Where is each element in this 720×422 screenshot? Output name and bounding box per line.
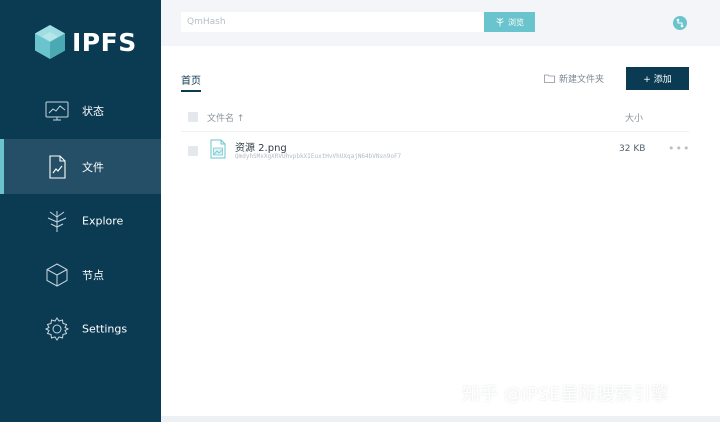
sidebar-item-label: 文件 (82, 160, 104, 174)
status-monitor-icon (45, 101, 69, 120)
top-bar: 浏览 (161, 0, 720, 46)
sidebar-item-explore[interactable]: Explore (0, 193, 161, 248)
sidebar-item-label: Settings (82, 322, 128, 335)
image-file-icon (210, 139, 226, 159)
breadcrumb-home[interactable]: 首页 (181, 72, 201, 92)
sidebar-item-settings[interactable]: Settings (0, 301, 161, 356)
row-checkbox[interactable] (188, 146, 198, 156)
file-table-header: 文件名 ↑ 大小 (181, 104, 689, 132)
file-hash: QmdyhSMxXgXRVUhvpbkXIEuxtHvVhUXqajN64bVN… (235, 153, 402, 160)
peer-connection-icon (676, 18, 684, 28)
peers-cube-icon (46, 262, 68, 287)
sidebar-item-label: Explore (82, 214, 124, 227)
file-size: 32 KB (619, 144, 646, 154)
sidebar-item-label: 节点 (82, 268, 104, 282)
new-folder-label: 新建文件夹 (559, 75, 605, 85)
file-name[interactable]: 资源 2.png (235, 139, 287, 154)
settings-gear-icon (44, 316, 70, 341)
sidebar: IPFS 状态 文件 Explore 节点 Settings (0, 0, 161, 422)
new-folder-button[interactable]: 新建文件夹 (544, 72, 604, 85)
add-button[interactable]: + 添加 (626, 67, 689, 90)
connection-status-icon[interactable] (673, 16, 687, 30)
explore-tree-icon (496, 18, 504, 27)
logo-text: IPFS (72, 27, 137, 57)
sidebar-item-files[interactable]: 文件 (0, 139, 161, 194)
ipfs-cube-icon (35, 25, 65, 59)
bottom-scrollbar[interactable] (161, 416, 720, 422)
explore-tree-icon (47, 210, 67, 232)
column-size-header[interactable]: 大小 (625, 111, 643, 124)
more-options-button[interactable]: ••• (668, 142, 690, 155)
watermark-text: 知乎 @IPSE星际搜索引擎 (462, 384, 669, 405)
sidebar-item-label: 状态 (82, 104, 104, 118)
column-name-header[interactable]: 文件名 ↑ (207, 111, 244, 124)
table-row[interactable]: 资源 2.png QmdyhSMxXgXRVUhvpbkXIEuxtHvVhUX… (181, 134, 689, 168)
hash-search-input[interactable] (181, 12, 484, 32)
sidebar-item-peers[interactable]: 节点 (0, 247, 161, 302)
browse-button[interactable]: 浏览 (484, 12, 535, 32)
select-all-checkbox[interactable] (188, 112, 198, 122)
logo[interactable]: IPFS (34, 24, 137, 60)
folder-icon (544, 74, 555, 83)
browse-button-label: 浏览 (508, 17, 524, 27)
sidebar-item-status[interactable]: 状态 (0, 83, 161, 138)
file-document-icon (49, 154, 66, 179)
